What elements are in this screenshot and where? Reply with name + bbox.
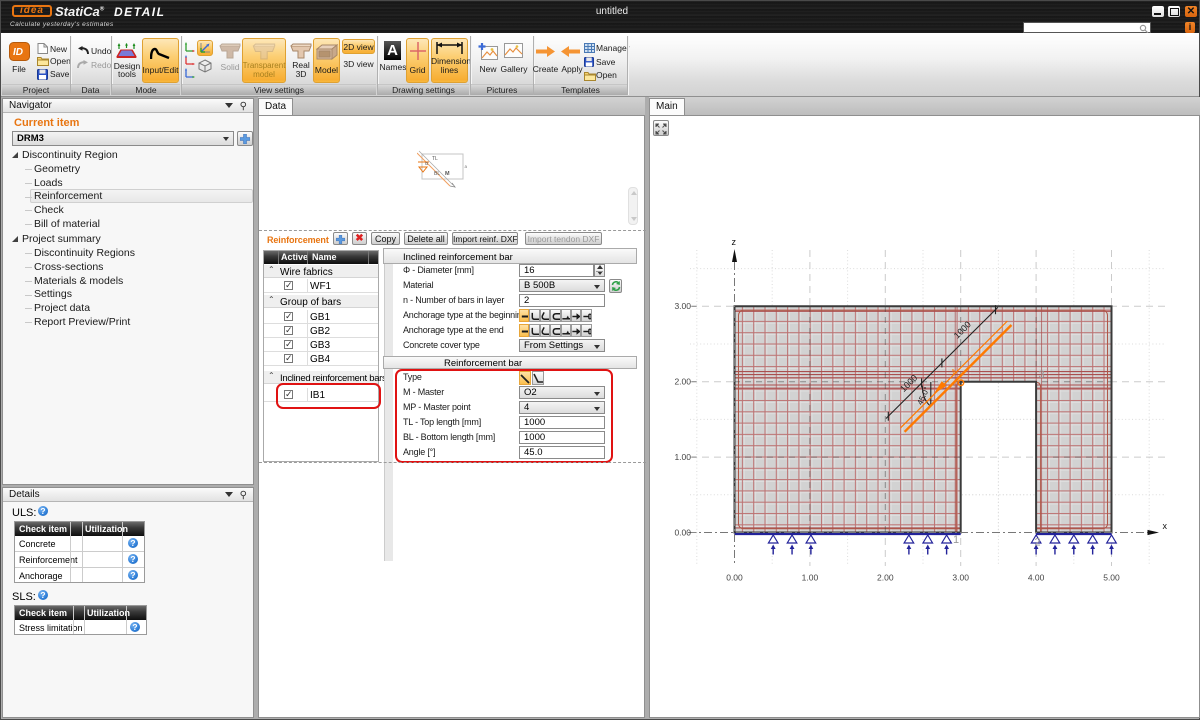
svg-text:3.00: 3.00 xyxy=(952,573,969,583)
svg-text:BL: BL xyxy=(434,171,440,177)
svg-text:1: 1 xyxy=(953,534,959,546)
svg-text:5.00: 5.00 xyxy=(1103,573,1120,583)
svg-text:z: z xyxy=(732,237,737,247)
svg-text:3.00: 3.00 xyxy=(674,301,691,311)
svg-text:4.00: 4.00 xyxy=(1028,573,1045,583)
svg-text:1.00: 1.00 xyxy=(802,573,819,583)
svg-text:1.00: 1.00 xyxy=(674,452,691,462)
svg-text:3: 3 xyxy=(1039,369,1045,381)
svg-text:x: x xyxy=(1163,521,1168,531)
svg-text:0.00: 0.00 xyxy=(726,573,743,583)
svg-text:0.00: 0.00 xyxy=(674,527,691,537)
svg-text:TL: TL xyxy=(432,156,438,162)
svg-text:2.00: 2.00 xyxy=(877,573,894,583)
svg-text:2.00: 2.00 xyxy=(674,377,691,387)
svg-text:2: 2 xyxy=(1035,537,1041,549)
svg-text:a: a xyxy=(465,164,468,169)
svg-text:ID: ID xyxy=(13,47,23,58)
svg-text:α: α xyxy=(425,161,428,167)
svg-text:M: M xyxy=(445,171,450,177)
